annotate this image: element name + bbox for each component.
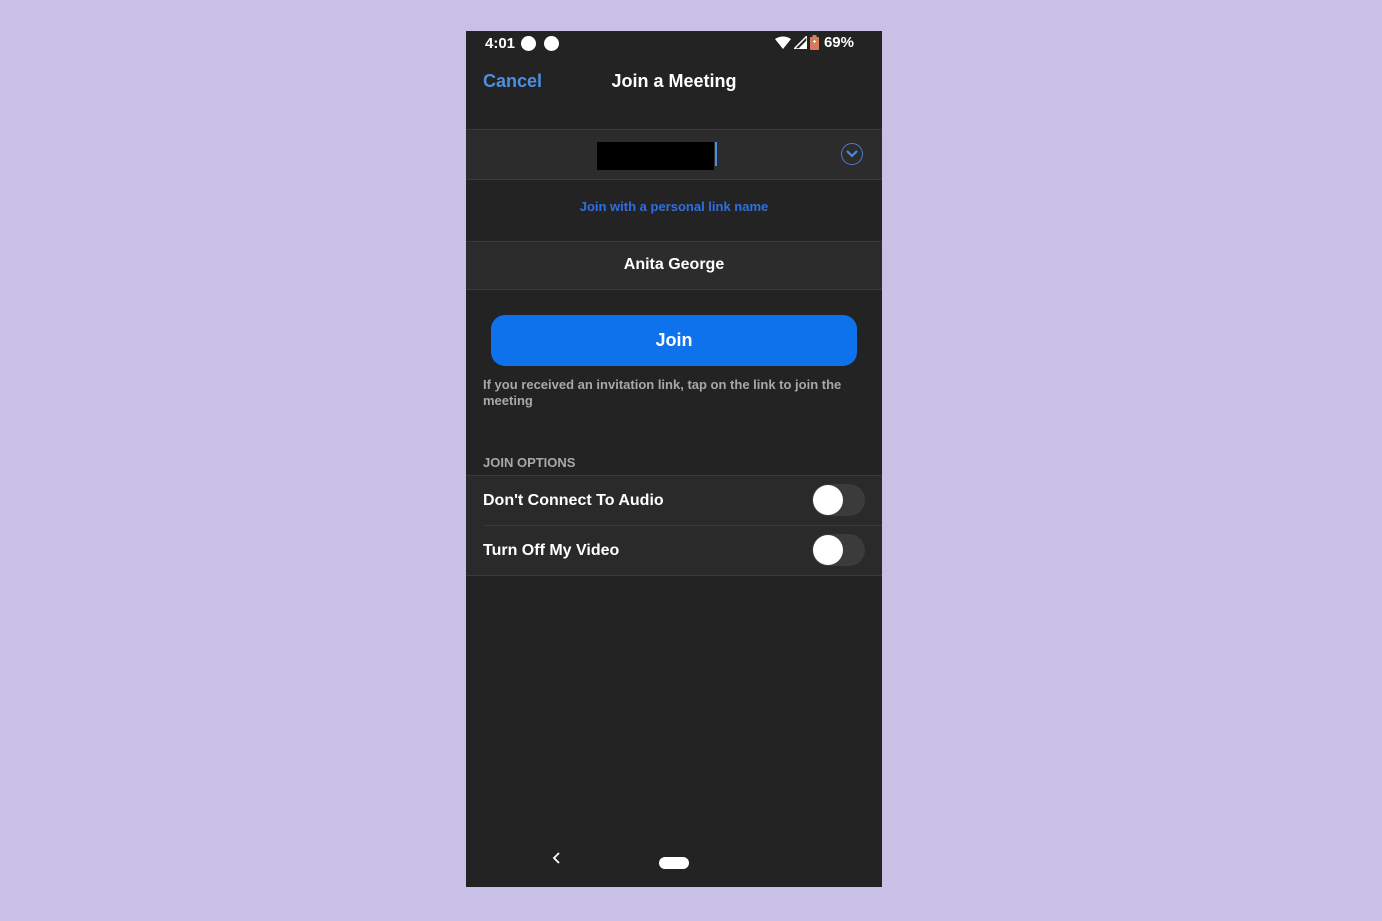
display-name-value: Anita George <box>623 256 725 273</box>
status-bar: 4:01 69% <box>466 31 882 57</box>
dont-connect-audio-toggle[interactable] <box>812 484 865 516</box>
option-dont-connect-audio: Don't Connect To Audio <box>466 476 882 525</box>
chevron-down-icon <box>846 150 858 158</box>
personal-link-name-link[interactable]: Join with a personal link name <box>466 199 882 214</box>
back-icon[interactable] <box>552 851 562 865</box>
meeting-id-input[interactable] <box>466 129 882 180</box>
join-button[interactable]: Join <box>491 315 857 366</box>
notification-dot-icon <box>544 36 559 51</box>
toggle-knob <box>813 535 843 565</box>
home-pill-icon[interactable] <box>659 857 689 869</box>
notification-dot-icon <box>521 36 536 51</box>
text-cursor <box>715 142 717 166</box>
status-time: 4:01 <box>485 35 516 52</box>
join-options-list: Don't Connect To Audio Turn Off My Video <box>466 475 882 576</box>
redacted-meeting-id <box>597 142 714 170</box>
page-title: Join a Meeting <box>611 71 737 91</box>
wifi-icon <box>774 36 791 49</box>
nav-bar: Cancel Join a Meeting <box>466 61 882 101</box>
invitation-hint-text: If you received an invitation link, tap … <box>483 377 842 408</box>
battery-percent: 69% <box>823 34 854 51</box>
battery-icon <box>809 35 819 50</box>
option-label: Turn Off My Video <box>483 542 620 559</box>
phone-screen: 4:01 69% Cancel Join a Meeting Join with… <box>466 31 882 887</box>
toggle-knob <box>813 485 843 515</box>
join-options-header: JOIN OPTIONS <box>483 455 576 470</box>
option-turn-off-video: Turn Off My Video <box>483 525 882 575</box>
system-navigation-bar <box>466 837 882 887</box>
status-right-group: 69% <box>774 34 854 51</box>
cellular-signal-icon <box>793 36 807 49</box>
option-label: Don't Connect To Audio <box>483 492 664 509</box>
meeting-id-dropdown-button[interactable] <box>841 143 863 165</box>
display-name-input[interactable]: Anita George <box>466 241 882 290</box>
turn-off-video-toggle[interactable] <box>812 534 865 566</box>
